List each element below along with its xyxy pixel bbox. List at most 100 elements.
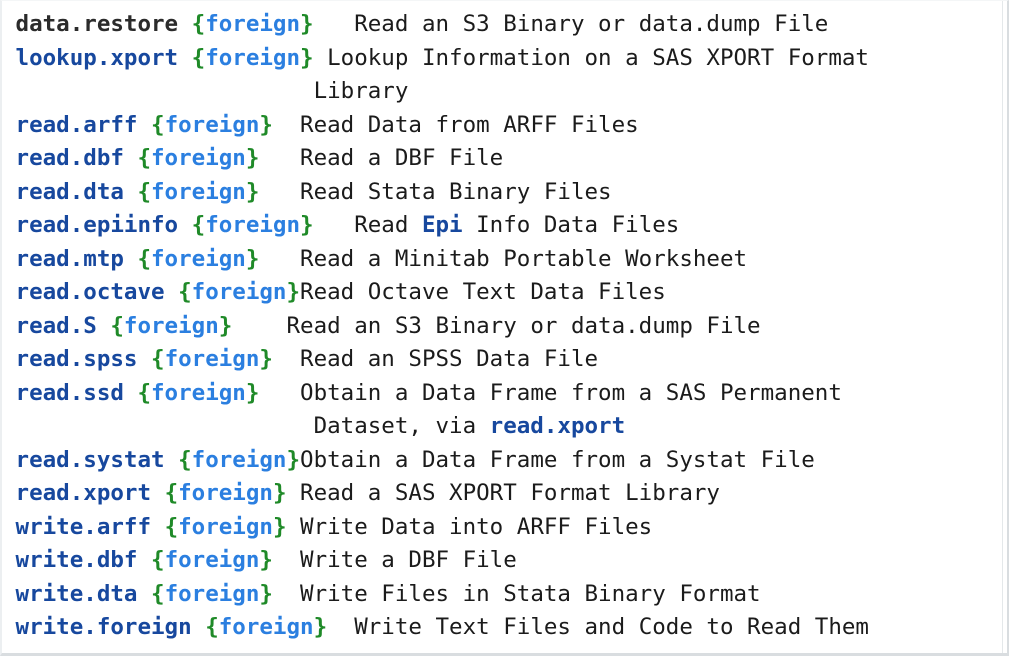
entry-package-label[interactable]: foreign bbox=[165, 581, 260, 607]
entry-title: Obtain a Data Frame from a Systat File bbox=[300, 447, 815, 473]
entry-column-gap bbox=[273, 547, 300, 573]
entry-title-link[interactable]: Epi bbox=[422, 212, 463, 238]
entry-space bbox=[165, 447, 179, 473]
entry-title-text: Read a Minitab Portable Worksheet bbox=[300, 245, 748, 272]
entry-topic-link[interactable]: write.arff bbox=[16, 514, 151, 540]
entry-column-gap bbox=[314, 212, 355, 238]
entry-package-label[interactable]: foreign bbox=[205, 11, 300, 37]
brace-close-icon: } bbox=[272, 480, 287, 506]
entry-package-label[interactable]: foreign bbox=[165, 547, 260, 573]
documentation-entry: read.mtp {foreign} Read a Minitab Portab… bbox=[2, 243, 1007, 277]
entry-topic-link[interactable]: read.xport bbox=[16, 480, 151, 506]
entry-package-label[interactable]: foreign bbox=[178, 514, 273, 540]
documentation-entry: write.arff {foreign} Write Data into ARF… bbox=[2, 511, 1007, 545]
entry-package-label[interactable]: foreign bbox=[192, 447, 287, 473]
entry-topic-link[interactable]: lookup.xport bbox=[16, 45, 179, 71]
entry-topic-link[interactable]: write.dbf bbox=[16, 547, 138, 573]
entry-title: Obtain a Data Frame from a SAS Permanent bbox=[300, 380, 842, 406]
entry-topic-link[interactable]: read.dbf bbox=[16, 145, 124, 171]
entry-column-gap bbox=[259, 246, 300, 272]
entry-package-label[interactable]: foreign bbox=[192, 279, 287, 305]
entry-indent bbox=[2, 11, 16, 37]
entry-title: Read Octave Text Data Files bbox=[300, 279, 666, 305]
entry-package-label[interactable]: foreign bbox=[124, 313, 219, 339]
entry-indent bbox=[2, 112, 16, 138]
entry-space bbox=[97, 313, 111, 339]
entry-topic-link[interactable]: read.mtp bbox=[16, 246, 124, 272]
brace-open-icon: { bbox=[137, 245, 152, 272]
entry-space bbox=[137, 112, 151, 138]
brace-close-icon: } bbox=[300, 44, 314, 71]
entry-title: Lookup Information on a SAS XPORT Format bbox=[327, 45, 869, 71]
entry-continuation-indent bbox=[2, 78, 314, 104]
entry-space bbox=[124, 380, 138, 406]
entry-space bbox=[124, 246, 138, 272]
brace-close-icon: } bbox=[259, 111, 273, 138]
entry-package-label[interactable]: foreign bbox=[219, 614, 314, 640]
entry-topic-link[interactable]: read.epiinfo bbox=[16, 212, 179, 238]
entry-indent bbox=[2, 346, 16, 372]
documentation-entry: write.foreign {foreign} Write Text Files… bbox=[2, 611, 1007, 645]
entry-space bbox=[151, 480, 165, 506]
brace-open-icon: { bbox=[137, 379, 152, 406]
entry-title: Write Data into ARFF Files bbox=[300, 514, 652, 540]
entry-title: Read a SAS XPORT Format Library bbox=[300, 480, 720, 506]
brace-open-icon: { bbox=[151, 111, 165, 138]
entry-indent bbox=[2, 547, 16, 573]
entry-title-text: Write Text Files and Code to Read Them bbox=[354, 614, 869, 640]
entry-space bbox=[178, 11, 192, 37]
entry-topic-link[interactable]: write.foreign bbox=[16, 614, 192, 640]
entry-indent bbox=[2, 145, 16, 171]
entry-title-text: Read an SPSS Data File bbox=[300, 346, 599, 372]
entry-package-label[interactable]: foreign bbox=[205, 212, 300, 238]
documentation-entry: read.xport {foreign} Read a SAS XPORT Fo… bbox=[2, 477, 1007, 511]
entry-title-text: Read an S3 Binary or data.dump File bbox=[354, 11, 829, 37]
brace-open-icon: { bbox=[178, 279, 192, 305]
brace-open-icon: { bbox=[164, 480, 179, 506]
entry-indent bbox=[2, 480, 16, 506]
brace-close-icon: } bbox=[218, 312, 233, 339]
documentation-entry: lookup.xport {foreign} Lookup Informatio… bbox=[2, 42, 1007, 76]
entry-package-label[interactable]: foreign bbox=[205, 45, 300, 71]
entry-title: Read Data from ARFF Files bbox=[300, 112, 639, 138]
entry-package-label[interactable]: foreign bbox=[178, 480, 273, 506]
entry-column-gap bbox=[273, 581, 300, 607]
entry-topic-link[interactable]: read.octave bbox=[16, 279, 165, 305]
entry-space bbox=[137, 547, 151, 573]
entry-package-label[interactable]: foreign bbox=[151, 179, 246, 205]
entry-topic-link[interactable]: data.restore bbox=[16, 11, 179, 37]
documentation-entry: read.arff {foreign} Read Data from ARFF … bbox=[2, 109, 1007, 143]
brace-open-icon: { bbox=[137, 178, 152, 205]
entry-topic-link[interactable]: read.arff bbox=[16, 112, 138, 138]
entry-indent bbox=[2, 380, 16, 406]
entry-package-label[interactable]: foreign bbox=[165, 112, 260, 138]
entry-indent bbox=[2, 212, 16, 238]
entry-topic-link[interactable]: read.dta bbox=[16, 179, 124, 205]
entry-title-text: Dataset, via bbox=[313, 413, 490, 439]
documentation-entry-list: data.restore {foreign} Read an S3 Binary… bbox=[2, 8, 1007, 645]
documentation-entry: read.dta {foreign} Read Stata Binary Fil… bbox=[2, 176, 1007, 210]
entry-package-label[interactable]: foreign bbox=[151, 145, 246, 171]
entry-title-text: Write Data into ARFF Files bbox=[300, 513, 653, 540]
entry-indent bbox=[2, 447, 16, 473]
entry-title-text: Write a DBF File bbox=[300, 547, 517, 573]
entry-package-label[interactable]: foreign bbox=[151, 246, 246, 272]
entry-topic-link[interactable]: read.systat bbox=[16, 447, 165, 473]
documentation-entry: read.spss {foreign} Read an SPSS Data Fi… bbox=[2, 343, 1007, 377]
entry-space bbox=[137, 581, 151, 607]
entry-title-link[interactable]: read.xport bbox=[490, 413, 625, 439]
entry-topic-link[interactable]: read.ssd bbox=[16, 380, 124, 406]
entry-space bbox=[124, 145, 138, 171]
entry-topic-link[interactable]: read.spss bbox=[16, 346, 138, 372]
brace-open-icon: { bbox=[164, 513, 179, 540]
entry-title: Read Epi Info Data Files bbox=[354, 212, 679, 238]
entry-package-label[interactable]: foreign bbox=[151, 380, 246, 406]
brace-close-icon: } bbox=[286, 279, 301, 305]
entry-title-text: Write Files in Stata Binary Format bbox=[300, 580, 761, 607]
entry-column-gap bbox=[259, 179, 300, 205]
documentation-index-page: data.restore {foreign} Read an S3 Binary… bbox=[0, 0, 1009, 656]
entry-topic-link[interactable]: write.dta bbox=[16, 581, 138, 607]
entry-package-label[interactable]: foreign bbox=[165, 346, 260, 372]
entry-topic-link[interactable]: read.S bbox=[16, 313, 97, 339]
entry-title: Read an SPSS Data File bbox=[300, 346, 598, 372]
